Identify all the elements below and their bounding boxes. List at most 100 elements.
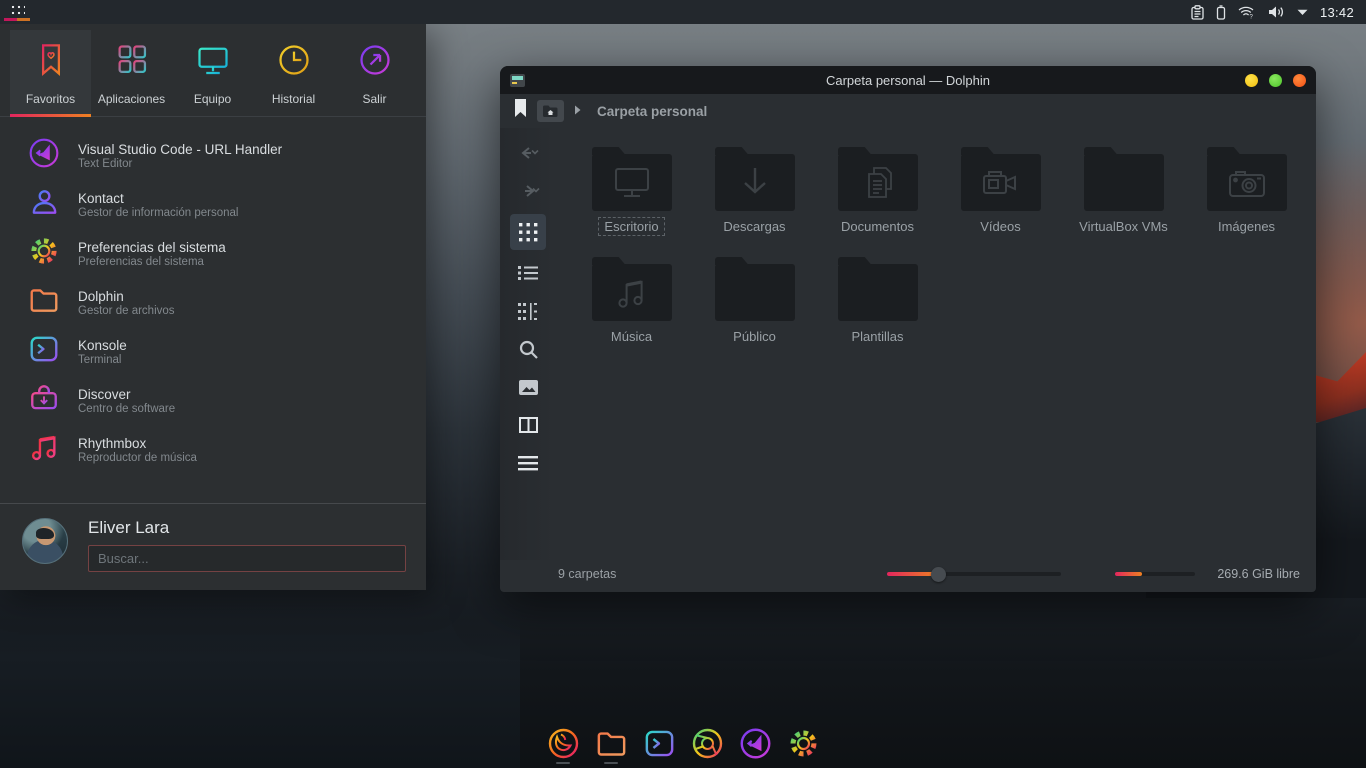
folder-publico[interactable]: Público: [693, 252, 816, 362]
tab-label: Aplicaciones: [98, 92, 165, 106]
network-icon[interactable]: ?: [1238, 5, 1256, 19]
preview-icon[interactable]: [510, 372, 546, 402]
window-title: Carpeta personal — Dolphin: [500, 73, 1316, 88]
app-item-settings[interactable]: Preferencias del sistema Preferencias de…: [0, 229, 426, 278]
back-button[interactable]: [510, 138, 546, 168]
folder-icon: [592, 154, 672, 211]
icons-view-button[interactable]: [510, 214, 546, 250]
folder-virtualbox[interactable]: VirtualBox VMs: [1062, 142, 1185, 252]
top-panel: ? 13:42: [0, 0, 1366, 24]
computer-icon: [196, 42, 230, 83]
system-tray: ? 13:42: [1191, 5, 1366, 20]
search-icon[interactable]: [510, 334, 546, 364]
dock-settings[interactable]: [787, 727, 820, 764]
folder-escritorio[interactable]: Escritorio: [570, 142, 693, 252]
app-subtitle: Terminal: [78, 354, 127, 366]
chevron-down-icon[interactable]: [1297, 9, 1308, 16]
app-item-dolphin[interactable]: Dolphin Gestor de archivos: [0, 278, 426, 327]
tab-historial[interactable]: Historial: [253, 30, 334, 116]
titlebar[interactable]: Carpeta personal — Dolphin: [500, 66, 1316, 94]
clipboard-icon[interactable]: [1191, 5, 1204, 20]
split-view-icon[interactable]: [510, 410, 546, 440]
folder-label: Descargas: [718, 218, 790, 235]
apps-grid-icon: [115, 42, 149, 83]
history-clock-icon: [277, 42, 311, 83]
folder-icon: [1084, 154, 1164, 211]
folder-musica[interactable]: Música: [570, 252, 693, 362]
folder-documentos[interactable]: Documentos: [816, 142, 939, 252]
breadcrumb[interactable]: Carpeta personal: [597, 104, 707, 119]
maximize-button[interactable]: [1269, 74, 1282, 87]
dock-konsole[interactable]: [643, 727, 676, 764]
software-bag-icon: [28, 382, 60, 419]
app-title: Discover: [78, 387, 175, 402]
app-subtitle: Gestor de archivos: [78, 305, 175, 317]
folder-label: Documentos: [836, 218, 919, 235]
close-button[interactable]: [1293, 74, 1306, 87]
app-subtitle: Preferencias del sistema: [78, 256, 226, 268]
folder-label: VirtualBox VMs: [1074, 218, 1173, 235]
folder-label: Público: [728, 328, 781, 345]
tab-aplicaciones[interactable]: Aplicaciones: [91, 30, 172, 116]
app-title: Visual Studio Code - URL Handler: [78, 142, 282, 157]
desktop: ? 13:42: [0, 0, 1366, 768]
folder-count: 9 carpetas: [558, 567, 616, 581]
folder-view: Escritorio Descargas: [556, 128, 1316, 560]
folder-plantillas[interactable]: Plantillas: [816, 252, 939, 362]
hamburger-menu-icon[interactable]: [510, 448, 546, 478]
bookmark-icon[interactable]: [514, 99, 527, 123]
folder-icon: [961, 154, 1041, 211]
user-area: Eliver Lara: [0, 503, 426, 590]
app-item-discover[interactable]: Discover Centro de software: [0, 376, 426, 425]
volume-icon[interactable]: [1268, 5, 1285, 19]
tab-favoritos[interactable]: Favoritos: [10, 30, 91, 116]
zoom-slider[interactable]: [887, 567, 1061, 581]
dock-firefox[interactable]: [547, 727, 580, 764]
folder-label: Música: [606, 328, 657, 345]
folder-videos[interactable]: Vídeos: [939, 142, 1062, 252]
tab-equipo[interactable]: Equipo: [172, 30, 253, 116]
app-title: Dolphin: [78, 289, 175, 304]
forward-button[interactable]: [510, 176, 546, 206]
dock-vscode[interactable]: [739, 727, 772, 764]
running-indicator: [604, 762, 618, 764]
free-space: 269.6 GiB libre: [1217, 567, 1300, 581]
breadcrumb-chevron-icon: [574, 102, 581, 120]
home-button[interactable]: [537, 100, 564, 122]
folder-icon: [715, 154, 795, 211]
compact-view-button[interactable]: [510, 296, 546, 326]
tab-salir[interactable]: Salir: [334, 30, 415, 116]
zoom-slider-handle[interactable]: [931, 567, 946, 582]
tab-label: Favoritos: [26, 92, 75, 106]
dock-file-manager[interactable]: [595, 727, 628, 764]
list-view-button[interactable]: [510, 258, 546, 288]
music-note-icon: [28, 431, 60, 468]
app-item-rhythmbox[interactable]: Rhythmbox Reproductor de música: [0, 425, 426, 474]
app-launcher-button[interactable]: [0, 0, 34, 24]
favorites-list: Visual Studio Code - URL Handler Text Ed…: [0, 117, 426, 503]
folder-imagenes[interactable]: Imágenes: [1185, 142, 1308, 252]
app-item-kontact[interactable]: Kontact Gestor de información personal: [0, 180, 426, 229]
clock[interactable]: 13:42: [1320, 5, 1354, 20]
search-input[interactable]: [88, 545, 406, 572]
leave-icon: [358, 42, 392, 83]
app-title: Konsole: [78, 338, 127, 353]
dock-chrome[interactable]: [691, 727, 724, 764]
person-icon: [28, 186, 60, 223]
folder-icon: [838, 264, 918, 321]
app-subtitle: Centro de software: [78, 403, 175, 415]
minimize-button[interactable]: [1245, 74, 1258, 87]
svg-text:?: ?: [1249, 15, 1253, 21]
location-toolbar: Carpeta personal: [500, 94, 1316, 128]
avatar[interactable]: [22, 518, 68, 564]
app-title: Preferencias del sistema: [78, 240, 226, 255]
battery-icon[interactable]: [1216, 5, 1226, 20]
app-item-konsole[interactable]: Konsole Terminal: [0, 327, 426, 376]
folder-descargas[interactable]: Descargas: [693, 142, 816, 252]
folder-label: Vídeos: [975, 218, 1025, 235]
vscode-icon: [28, 137, 60, 174]
app-subtitle: Gestor de información personal: [78, 207, 238, 219]
app-item-vscode[interactable]: Visual Studio Code - URL Handler Text Ed…: [0, 131, 426, 180]
folder-label: Escritorio: [599, 218, 663, 235]
running-indicator: [556, 762, 570, 764]
